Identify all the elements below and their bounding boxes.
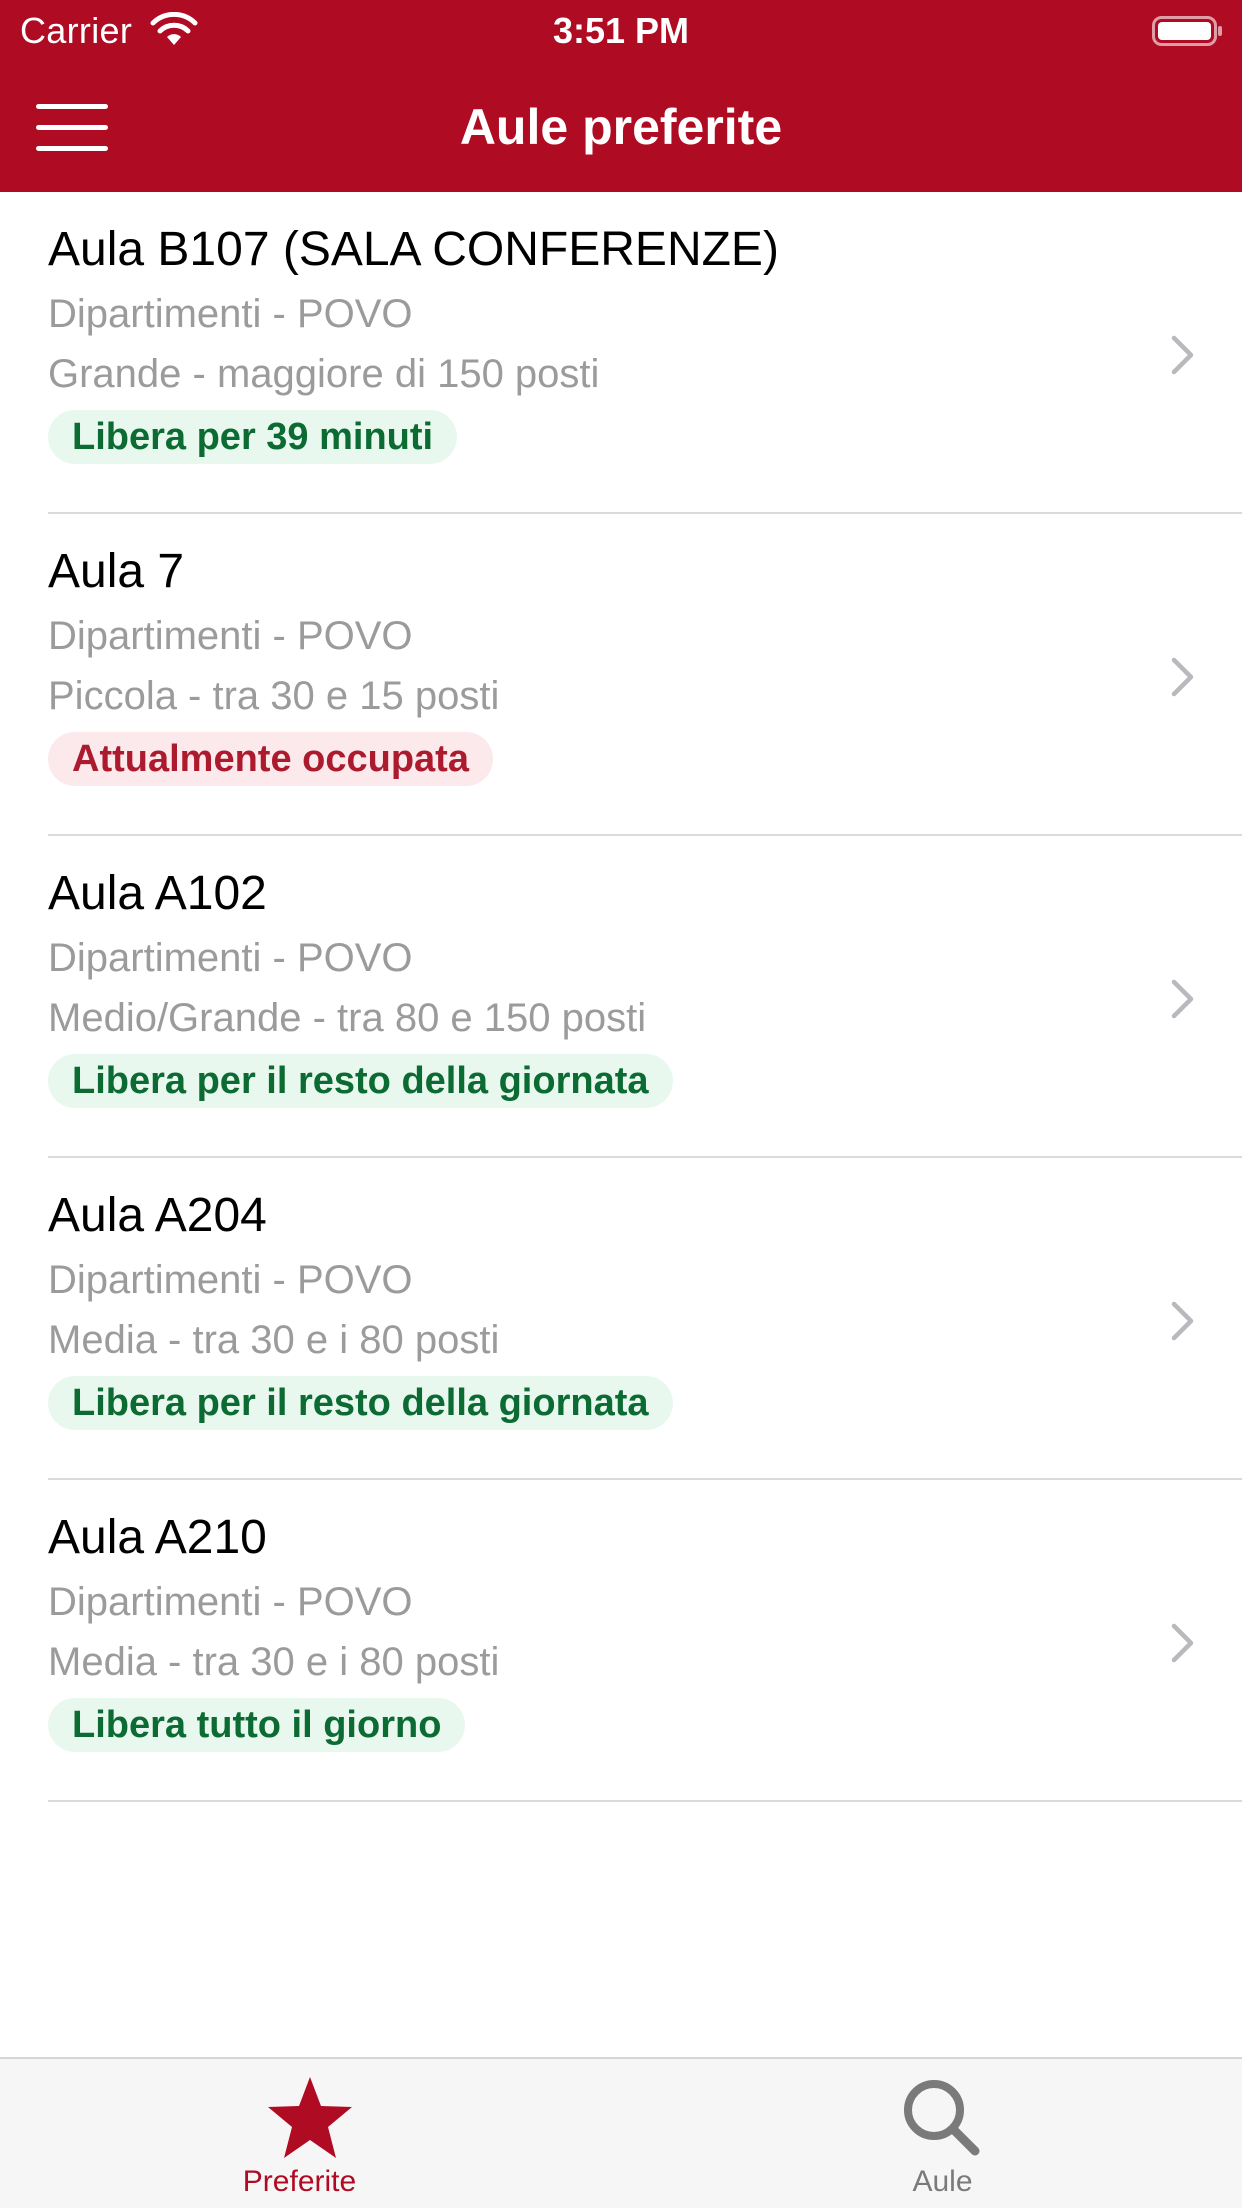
tab-aule[interactable]: Aule — [621, 2059, 1242, 2208]
room-capacity: Medio/Grande - tra 80 e 150 posti — [48, 996, 647, 1040]
search-icon — [904, 2080, 980, 2156]
room-capacity: Media - tra 30 e i 80 posti — [48, 1640, 500, 1684]
header: Carrier 3:51 PM Aule preferite — [0, 0, 1242, 192]
tab-preferite[interactable]: Preferite — [0, 2059, 621, 2208]
chevron-right-icon — [1171, 657, 1194, 697]
battery-icon — [1152, 16, 1222, 46]
room-location: Dipartimenti - POVO — [48, 1580, 413, 1624]
room-capacity: Piccola - tra 30 e 15 posti — [48, 674, 500, 718]
tab-label: Preferite — [242, 2165, 357, 2198]
chevron-right-icon — [1171, 335, 1194, 375]
room-name: Aula 7 — [48, 545, 185, 598]
room-row[interactable]: Aula 7 Dipartimenti - POVO Piccola - tra… — [0, 514, 1242, 836]
room-name: Aula A102 — [48, 867, 267, 920]
favorite-rooms-list: Aula B107 (SALA CONFERENZE) Dipartimenti… — [0, 192, 1242, 1802]
room-location: Dipartimenti - POVO — [48, 614, 413, 658]
room-location: Dipartimenti - POVO — [48, 936, 413, 980]
room-capacity: Grande - maggiore di 150 posti — [48, 352, 600, 396]
chevron-right-icon — [1171, 1301, 1194, 1341]
status-badge: Libera tutto il giorno — [48, 1698, 466, 1752]
status-badge: Libera per il resto della giornata — [48, 1376, 673, 1430]
divider — [48, 1800, 1242, 1802]
room-name: Aula B107 (SALA CONFERENZE) — [48, 223, 779, 276]
tab-label: Aule — [912, 2165, 973, 2198]
status-time: 3:51 PM — [552, 10, 690, 51]
room-location: Dipartimenti - POVO — [48, 1258, 413, 1302]
star-icon — [268, 2077, 352, 2158]
tab-bar: Preferite Aule — [0, 2057, 1242, 2208]
navigation-bar: Aule preferite — [0, 64, 1242, 192]
status-bar: Carrier 3:51 PM — [0, 0, 1242, 64]
status-badge: Attualmente occupata — [48, 732, 493, 786]
chevron-right-icon — [1171, 1623, 1194, 1663]
room-name: Aula A204 — [48, 1189, 267, 1242]
room-row[interactable]: Aula B107 (SALA CONFERENZE) Dipartimenti… — [0, 192, 1242, 514]
status-badge: Libera per il resto della giornata — [48, 1054, 673, 1108]
status-badge: Libera per 39 minuti — [48, 410, 458, 464]
room-row[interactable]: Aula A204 Dipartimenti - POVO Media - tr… — [0, 1158, 1242, 1480]
page-title: Aule preferite — [459, 99, 783, 155]
room-name: Aula A210 — [48, 1511, 267, 1564]
room-row[interactable]: Aula A210 Dipartimenti - POVO Media - tr… — [0, 1480, 1242, 1802]
room-capacity: Media - tra 30 e i 80 posti — [48, 1318, 500, 1362]
room-location: Dipartimenti - POVO — [48, 292, 413, 336]
chevron-right-icon — [1171, 979, 1194, 1019]
room-row[interactable]: Aula A102 Dipartimenti - POVO Medio/Gran… — [0, 836, 1242, 1158]
